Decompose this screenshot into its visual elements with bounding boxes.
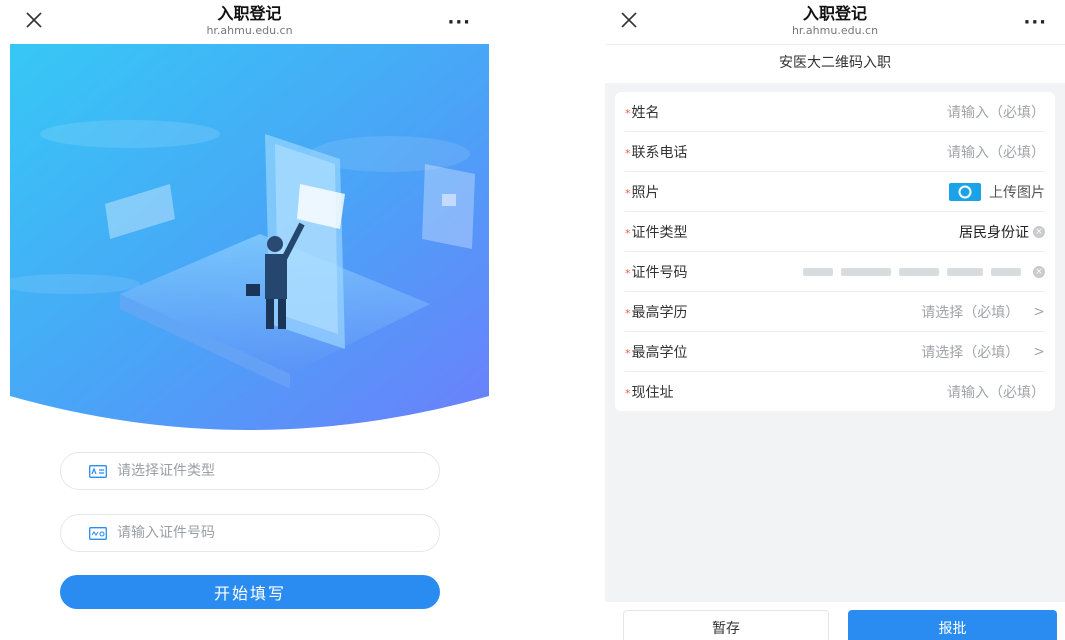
upload-photo-label: 上传图片 <box>989 184 1045 201</box>
page-title: 入职登记 <box>802 4 867 23</box>
upload-photo-button[interactable]: 上传图片 <box>949 182 1045 202</box>
required-mark: * <box>625 226 631 240</box>
start-fill-button[interactable]: 开始填写 <box>60 575 440 609</box>
name-input[interactable]: 请输入（必填） <box>947 102 1045 122</box>
field-label: *最高学位 <box>625 342 688 362</box>
more-menu-icon[interactable]: ··· <box>447 12 471 33</box>
id-number-icon <box>89 526 107 540</box>
phone-input[interactable]: 请输入（必填） <box>947 142 1045 162</box>
degree-select[interactable]: 请选择（必填） > <box>921 342 1045 362</box>
field-label: *联系电话 <box>625 142 688 162</box>
required-mark: * <box>625 346 631 360</box>
address-label: 现住址 <box>631 384 674 401</box>
camera-icon <box>949 182 981 201</box>
field-label: *照片 <box>625 182 660 202</box>
clear-icon[interactable]: × <box>1033 265 1045 278</box>
title-bar: 入职登记 hr.ahmu.edu.cn ··· <box>605 0 1065 44</box>
photo-label: 照片 <box>631 184 660 201</box>
form-subheader: 安医大二维码入职 <box>605 44 1065 83</box>
degree-placeholder: 请选择（必填） <box>921 344 1020 361</box>
clear-icon[interactable]: × <box>1033 225 1045 238</box>
id-card-icon <box>89 464 107 478</box>
title-bar: 入职登记 hr.ahmu.edu.cn ··· <box>10 0 489 44</box>
redacted-value <box>803 267 1029 276</box>
right-phone-screen: 入职登记 hr.ahmu.edu.cn ··· 安医大二维码入职 *姓名 请输入… <box>605 0 1065 640</box>
education-select[interactable]: 请选择（必填） > <box>921 302 1045 322</box>
left-phone-screen: 入职登记 hr.ahmu.edu.cn ··· 请选择证件类型 请输入证件号码 … <box>10 0 489 640</box>
field-id-number[interactable]: *证件号码 × <box>625 252 1045 292</box>
field-label: *证件类型 <box>625 222 688 242</box>
submit-button[interactable]: 报批 <box>848 610 1057 640</box>
more-menu-icon[interactable]: ··· <box>1023 12 1047 33</box>
chevron-right-icon: > <box>1033 343 1045 360</box>
page-title: 入职登记 <box>217 4 282 23</box>
chevron-right-icon: > <box>1033 303 1045 320</box>
required-mark: * <box>625 266 631 280</box>
field-label: *证件号码 <box>625 262 688 282</box>
field-degree[interactable]: *最高学位 请选择（必填） > <box>625 332 1045 372</box>
page-url: hr.ahmu.edu.cn <box>206 24 293 37</box>
field-label: *现住址 <box>625 382 674 402</box>
field-id-type[interactable]: *证件类型 居民身份证 × <box>625 212 1045 252</box>
registration-form: *姓名 请输入（必填） *联系电话 请输入（必填） *照片 上传图片 *证件类型… <box>615 92 1055 411</box>
field-photo[interactable]: *照片 上传图片 <box>625 172 1045 212</box>
field-education[interactable]: *最高学历 请选择（必填） > <box>625 292 1045 332</box>
field-phone[interactable]: *联系电话 请输入（必填） <box>625 132 1045 172</box>
id-number-label: 证件号码 <box>631 264 688 281</box>
field-address[interactable]: *现住址 请输入（必填） <box>625 372 1045 411</box>
id-type-value[interactable]: 居民身份证 × <box>959 222 1045 242</box>
required-mark: * <box>625 146 631 160</box>
education-placeholder: 请选择（必填） <box>921 304 1020 321</box>
degree-label: 最高学位 <box>631 344 688 361</box>
required-mark: * <box>625 106 631 120</box>
required-mark: * <box>625 306 631 320</box>
field-name[interactable]: *姓名 请输入（必填） <box>625 92 1045 132</box>
id-type-select[interactable] <box>60 452 440 490</box>
id-type-input[interactable] <box>115 462 399 480</box>
hero-illustration <box>10 44 489 430</box>
page-url: hr.ahmu.edu.cn <box>791 24 879 37</box>
field-label: *最高学历 <box>625 302 688 322</box>
required-mark: * <box>625 386 631 400</box>
field-label: *姓名 <box>625 102 660 122</box>
id-number-field[interactable] <box>60 514 440 552</box>
phone-label: 联系电话 <box>631 144 688 161</box>
id-number-input[interactable]: × <box>803 265 1045 278</box>
save-draft-button[interactable]: 暂存 <box>623 610 829 640</box>
address-input[interactable]: 请输入（必填） <box>947 382 1045 402</box>
id-type-text: 居民身份证 <box>959 224 1029 241</box>
education-label: 最高学历 <box>631 304 688 321</box>
name-label: 姓名 <box>631 104 660 121</box>
id-type-label: 证件类型 <box>631 224 688 241</box>
action-footer: 暂存 报批 <box>605 602 1065 640</box>
required-mark: * <box>625 186 631 200</box>
id-number-input[interactable] <box>115 524 399 542</box>
